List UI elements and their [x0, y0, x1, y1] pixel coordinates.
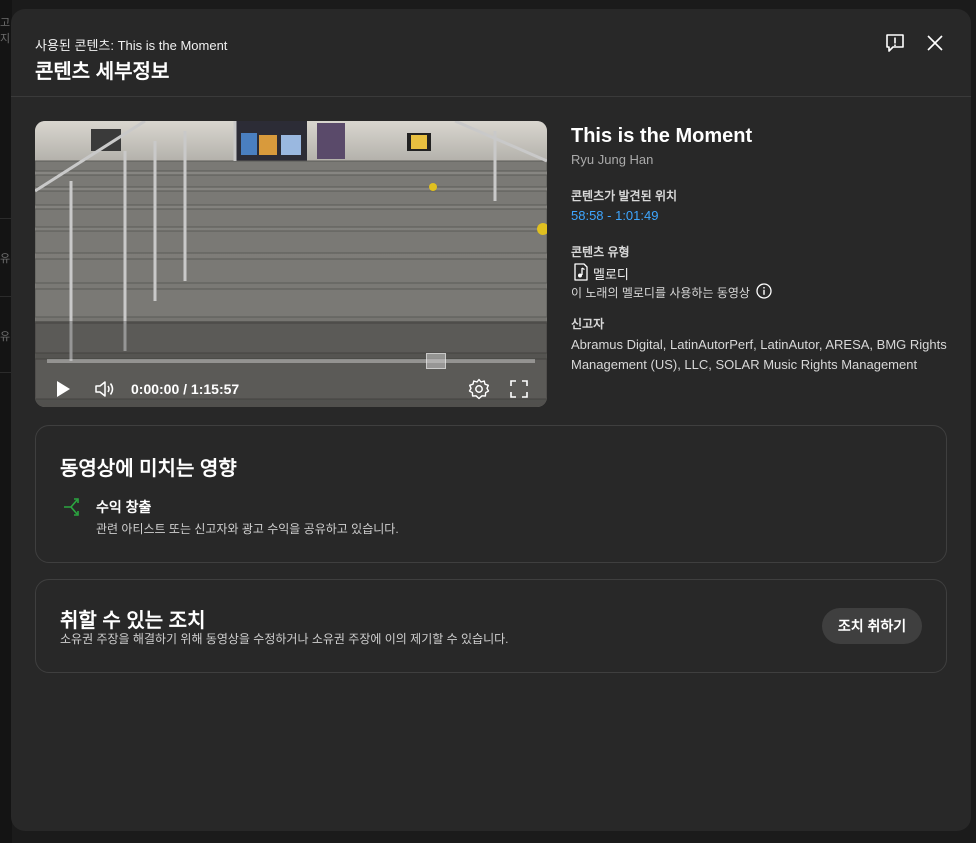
video-time-display: 0:00:00 / 1:15:57	[131, 381, 240, 397]
claimants-list: Abramus Digital, LatinAutorPerf, LatinAu…	[571, 337, 947, 372]
found-location-label: 콘텐츠가 발견된 위치	[571, 189, 678, 203]
video-progress-bar[interactable]	[47, 359, 535, 363]
dialog-header: 사용된 콘텐츠: This is the Moment 콘텐츠 세부정보	[11, 9, 971, 97]
monetization-share-icon	[62, 496, 84, 518]
dialog-title: 콘텐츠 세부정보	[35, 61, 170, 83]
video-player[interactable]: 0:00:00 / 1:15:57	[35, 121, 547, 407]
artist-name: Ryu Jung Han	[571, 152, 654, 167]
take-action-button[interactable]: 조치 취하기	[822, 608, 922, 644]
video-impact-card: 동영상에 미치는 영향 수익 창출 관련 아티스트 또는 신고자와 광고 수익을…	[35, 425, 947, 563]
music-note-icon	[573, 263, 589, 284]
impact-title: 동영상에 미치는 영향	[60, 458, 237, 480]
close-icon[interactable]	[923, 31, 947, 55]
dialog-subtitle: 사용된 콘텐츠: This is the Moment	[35, 38, 228, 53]
report-flag-icon[interactable]	[883, 31, 907, 55]
impact-item-name: 수익 창출	[96, 499, 152, 515]
claim-segment-marker[interactable]	[426, 353, 446, 369]
content-type-row: 멜로디	[573, 263, 629, 284]
video-frame	[35, 121, 547, 407]
actions-description: 소유권 주장을 해결하기 위해 동영상을 수정하거나 소유권 주장에 이의 제기…	[60, 632, 509, 646]
impact-item-description: 관련 아티스트 또는 신고자와 광고 수익을 공유하고 있습니다.	[96, 522, 399, 536]
found-range-link[interactable]: 58:58 - 1:01:49	[571, 208, 658, 223]
song-title: This is the Moment	[571, 125, 753, 147]
available-actions-card: 취할 수 있는 조치 소유권 주장을 해결하기 위해 동영상을 수정하거나 소유…	[35, 579, 947, 673]
content-type-value: 멜로디	[593, 267, 629, 282]
volume-icon[interactable]	[93, 377, 117, 401]
content-type-desc-text: 이 노래의 멜로디를 사용하는 동영상	[571, 286, 750, 300]
background-text-fragment: 유	[0, 331, 11, 343]
claimants-label: 신고자	[571, 317, 605, 331]
info-icon[interactable]	[756, 283, 772, 302]
content-type-description: 이 노래의 멜로디를 사용하는 동영상	[571, 283, 772, 302]
actions-title: 취할 수 있는 조치	[60, 610, 206, 632]
background-text-fragment: 유	[0, 253, 11, 265]
fullscreen-icon[interactable]	[507, 377, 531, 401]
play-icon[interactable]	[51, 377, 75, 401]
settings-gear-icon[interactable]	[467, 377, 491, 401]
content-details-dialog: 사용된 콘텐츠: This is the Moment 콘텐츠 세부정보 0:0…	[11, 9, 971, 831]
content-type-label: 콘텐츠 유형	[571, 245, 630, 259]
